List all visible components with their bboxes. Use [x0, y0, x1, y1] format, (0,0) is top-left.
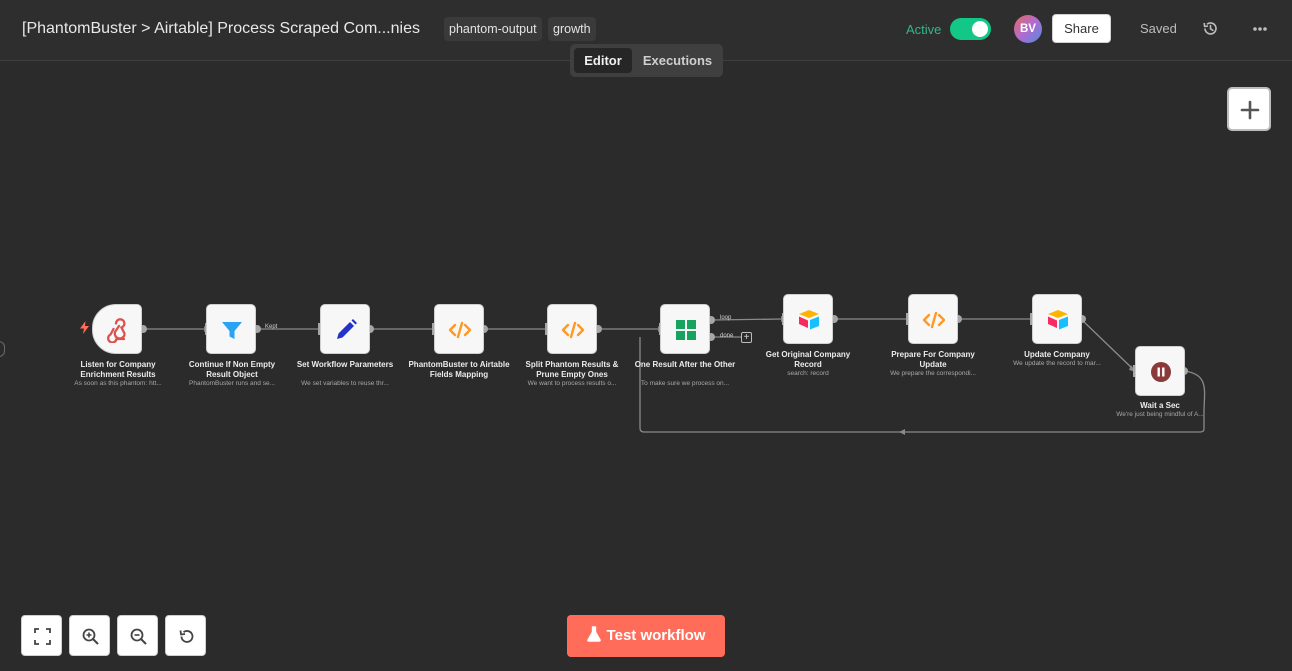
active-label: Active [906, 22, 942, 37]
tag-phantom-output[interactable]: phantom-output [444, 17, 542, 41]
node-title: PhantomBuster to Airtable Fields Mapping [408, 360, 510, 379]
pencil-icon [337, 319, 357, 339]
node-split-results[interactable] [547, 304, 597, 354]
filter-icon [222, 322, 242, 339]
node-webhook-trigger[interactable] [92, 304, 142, 354]
node-set-parameters[interactable] [320, 304, 370, 354]
node-title: Set Workflow Parameters [296, 360, 394, 369]
node-prepare-update[interactable] [908, 294, 958, 344]
node-subtitle: We update the record to mar... [1013, 360, 1101, 367]
fit-view-icon [34, 628, 51, 645]
node-title: Prepare For Company Update [891, 350, 975, 369]
code-icon [561, 321, 585, 339]
node-subtitle: As soon as this phantom: htt... [74, 380, 162, 387]
workflow-canvas[interactable]: Kept loop done + Listen for Company Enri… [0, 62, 1292, 671]
node-title: Listen for Company Enrichment Results [80, 360, 156, 379]
zoom-out-icon [130, 628, 147, 645]
pause-icon [1151, 362, 1171, 382]
grid-icon [676, 320, 696, 340]
node-subtitle: We set variables to reuse thr... [301, 380, 389, 387]
node-subtitle: PhantomBuster runs and se... [189, 380, 275, 387]
node-title: Continue If Non Empty Result Object [188, 360, 276, 379]
share-button[interactable]: Share [1052, 14, 1111, 43]
node-title: Get Original Company Record [765, 350, 851, 369]
trigger-bolt-icon [80, 321, 89, 334]
node-filter[interactable] [206, 304, 256, 354]
saved-status: Saved [1140, 21, 1177, 36]
tag-growth[interactable]: growth [548, 17, 596, 41]
node-title: One Result After the Other [634, 360, 736, 369]
node-subtitle: To make sure we process on... [640, 380, 730, 387]
zoom-out-button[interactable] [117, 615, 158, 656]
code-icon [448, 321, 472, 339]
add-connection-button[interactable]: + [741, 332, 752, 343]
airtable-icon [1048, 310, 1068, 330]
edge-label-kept: Kept [265, 324, 278, 330]
reset-zoom-button[interactable] [165, 615, 206, 656]
zoom-to-fit-button[interactable] [21, 615, 62, 656]
node-update-company[interactable] [1032, 294, 1082, 344]
workflow-title[interactable]: [PhantomBuster > Airtable] Process Scrap… [22, 20, 420, 38]
zoom-in-icon [82, 628, 99, 645]
toggle-knob [972, 21, 988, 37]
active-toggle[interactable] [950, 18, 991, 40]
test-workflow-label: Test workflow [606, 627, 706, 644]
node-subtitle: We prepare the correspondi... [890, 370, 976, 377]
airtable-icon [799, 310, 819, 330]
test-workflow-button[interactable]: Test workflow [567, 615, 725, 657]
node-title: Update Company [1024, 350, 1090, 359]
node-split-in-batches[interactable] [660, 304, 710, 354]
code-icon [922, 311, 946, 329]
history-icon[interactable] [1202, 20, 1219, 37]
avatar[interactable]: BV [1014, 15, 1042, 43]
zoom-in-button[interactable] [69, 615, 110, 656]
node-title: Split Phantom Results & Prune Empty Ones [525, 360, 619, 379]
edge-label-done: done [720, 333, 734, 339]
node-wait[interactable] [1135, 346, 1185, 396]
edge-label-loop: loop [720, 315, 732, 321]
more-options-icon[interactable] [1252, 26, 1268, 32]
node-subtitle: search: record [787, 370, 829, 377]
node-subtitle: We want to process results o... [527, 380, 617, 387]
node-fields-mapping[interactable] [434, 304, 484, 354]
node-title: Wait a Sec [1140, 401, 1180, 410]
node-get-company-record[interactable] [783, 294, 833, 344]
flask-icon [586, 626, 601, 642]
webhook-icon [107, 318, 126, 343]
undo-icon [179, 630, 194, 643]
node-subtitle: We're just being mindful of A... [1116, 411, 1204, 418]
